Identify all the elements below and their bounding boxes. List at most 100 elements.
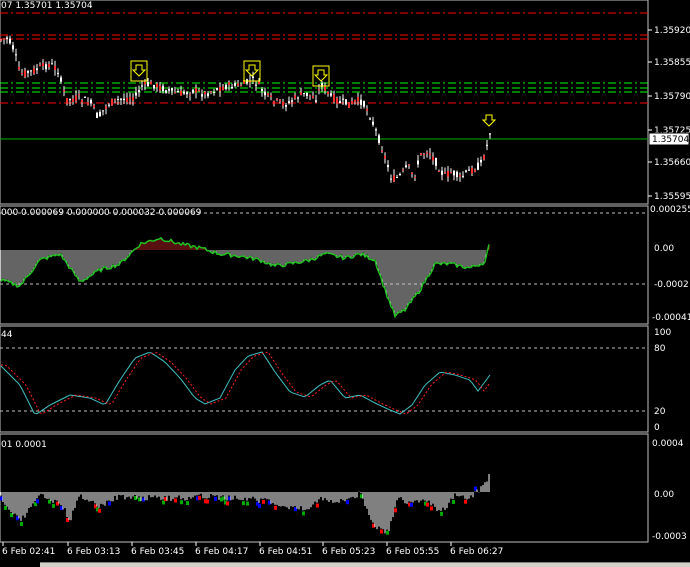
candle-body bbox=[417, 160, 419, 165]
candle-body bbox=[120, 98, 122, 100]
candle-body bbox=[96, 112, 98, 118]
current-price-label: 1.35704 bbox=[652, 135, 689, 145]
candle-body bbox=[162, 85, 164, 92]
candle-body bbox=[114, 98, 116, 100]
candle-body bbox=[129, 97, 131, 100]
candle-body bbox=[180, 90, 182, 96]
osc-marker bbox=[98, 508, 101, 513]
osc-marker bbox=[430, 506, 433, 511]
candle-body bbox=[138, 90, 140, 93]
candle-body bbox=[390, 178, 392, 180]
candle-body bbox=[426, 152, 428, 154]
macd-axis-label: -0.0002 bbox=[654, 280, 689, 290]
candle-body bbox=[471, 167, 473, 174]
candle-body bbox=[288, 101, 290, 103]
symbol-header: 07 1.35701 1.35704 bbox=[1, 1, 93, 11]
candle-body bbox=[381, 150, 383, 152]
candle-body bbox=[480, 159, 482, 163]
candle-body bbox=[270, 95, 272, 98]
stoch-panel-frame bbox=[0, 325, 649, 433]
candle-body bbox=[441, 170, 443, 175]
osc-marker bbox=[410, 502, 413, 507]
osc-axis: 0.0004 0.00 -0.0003 bbox=[652, 439, 687, 542]
osc-marker bbox=[36, 499, 39, 504]
candle-body bbox=[147, 82, 149, 87]
osc-marker bbox=[214, 496, 217, 501]
time-label: 6 Feb 03:45 bbox=[131, 547, 184, 557]
candle-body bbox=[72, 98, 74, 102]
price-axis: 1.35920 1.35855 1.35790 1.35725 1.35660 … bbox=[648, 26, 690, 202]
candle-body bbox=[54, 65, 56, 70]
candle-body bbox=[153, 84, 155, 89]
osc-marker bbox=[380, 529, 383, 534]
candle-body bbox=[123, 98, 125, 101]
candle-body bbox=[240, 85, 242, 87]
candle-body bbox=[261, 88, 263, 92]
candle-body bbox=[303, 93, 305, 95]
candle-body bbox=[84, 96, 86, 98]
osc-marker bbox=[180, 500, 183, 505]
candle-body bbox=[456, 171, 458, 178]
candle-body bbox=[105, 106, 107, 109]
candle-body bbox=[6, 37, 8, 39]
candle-body bbox=[87, 102, 89, 105]
candle-body bbox=[78, 94, 80, 96]
candle-body bbox=[393, 175, 395, 182]
osc-panel-frame bbox=[0, 433, 649, 543]
candle-body bbox=[111, 99, 113, 106]
candle-body bbox=[57, 72, 59, 74]
candle-body bbox=[195, 87, 197, 93]
osc-marker bbox=[394, 508, 397, 513]
candle-body bbox=[318, 89, 320, 91]
osc-marker bbox=[346, 500, 349, 505]
candle-body bbox=[279, 99, 281, 102]
time-label: 6 Feb 05:55 bbox=[386, 547, 439, 557]
candle-body bbox=[438, 171, 440, 173]
osc-marker bbox=[262, 499, 265, 504]
macd-histogram bbox=[0, 236, 490, 319]
candle-body bbox=[276, 98, 278, 100]
osc-marker bbox=[452, 499, 455, 504]
candle-body bbox=[444, 172, 446, 174]
candle-body bbox=[369, 118, 371, 120]
chart-canvas[interactable]: 1.35920 1.35855 1.35790 1.35725 1.35660 … bbox=[0, 0, 690, 566]
time-label: 6 Feb 02:41 bbox=[2, 547, 55, 557]
candle-body bbox=[474, 169, 476, 172]
stoch-axis-label: 0 bbox=[654, 423, 660, 433]
candle-body bbox=[48, 63, 50, 68]
osc-histogram bbox=[0, 474, 490, 535]
candle-body bbox=[66, 97, 68, 104]
candle-body bbox=[339, 101, 341, 104]
stoch-axis-label: 80 bbox=[654, 344, 666, 354]
candle-body bbox=[117, 99, 119, 101]
candle-body bbox=[225, 84, 227, 90]
stoch-signal-line bbox=[1, 351, 491, 415]
candle-body bbox=[354, 100, 356, 102]
candle-body bbox=[99, 111, 101, 117]
candle-body bbox=[489, 133, 491, 135]
candle-body bbox=[159, 85, 161, 91]
candle-body bbox=[63, 90, 65, 92]
candle-body bbox=[345, 99, 347, 105]
candle-body bbox=[465, 170, 467, 172]
candle-body bbox=[24, 70, 26, 77]
candle-body bbox=[75, 95, 77, 101]
time-label: 6 Feb 03:13 bbox=[67, 547, 120, 557]
stoch-axis-label: 100 bbox=[654, 328, 671, 338]
candle-body bbox=[222, 86, 224, 90]
candle-body bbox=[60, 77, 62, 82]
candle-body bbox=[291, 100, 293, 102]
osc-axis-label: 0.00 bbox=[654, 490, 674, 500]
candle-body bbox=[405, 165, 407, 168]
stoch-main-line bbox=[0, 351, 491, 415]
candle-body bbox=[12, 45, 14, 50]
candle-body bbox=[42, 63, 44, 67]
candle-body bbox=[39, 65, 41, 67]
candle-body bbox=[204, 91, 206, 95]
candle-body bbox=[201, 94, 203, 97]
osc-axis-label: 0.0004 bbox=[652, 439, 684, 449]
candle-body bbox=[357, 97, 359, 102]
candle-body bbox=[453, 170, 455, 176]
candle-body bbox=[399, 174, 401, 176]
candle-body bbox=[435, 158, 437, 166]
